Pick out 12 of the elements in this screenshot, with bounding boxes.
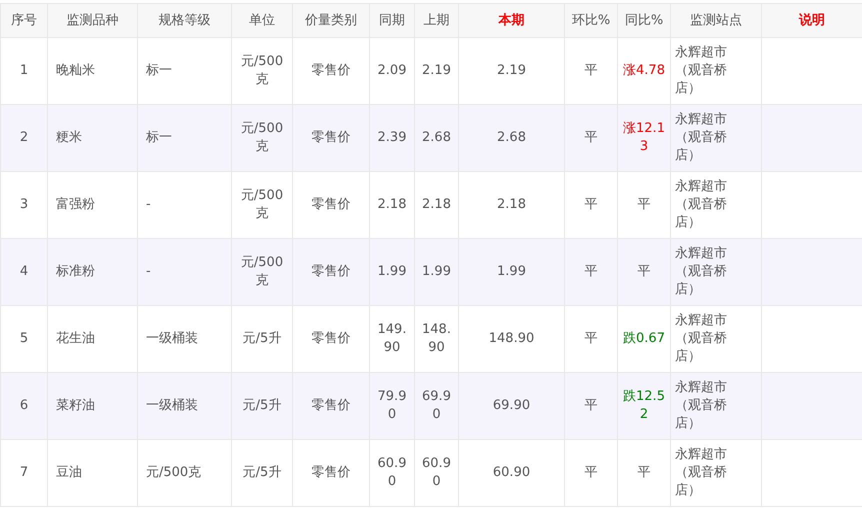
table-cell: 60.90 <box>370 440 414 506</box>
table-cell: 60.90 <box>414 440 458 506</box>
table-cell: 永辉超市（观音桥店） <box>670 440 762 506</box>
table-cell: 平 <box>564 440 618 506</box>
column-header: 序号 <box>0 4 48 38</box>
table-cell: 7 <box>0 440 48 506</box>
table-cell: 60.90 <box>458 440 564 506</box>
table-cell: 豆油 <box>48 440 138 506</box>
table-cell: 平 <box>618 440 670 506</box>
table-cell: 元/5升 <box>232 440 292 506</box>
table-cell: 元/500克 <box>138 440 232 506</box>
table-cell: 零售价 <box>292 440 370 506</box>
